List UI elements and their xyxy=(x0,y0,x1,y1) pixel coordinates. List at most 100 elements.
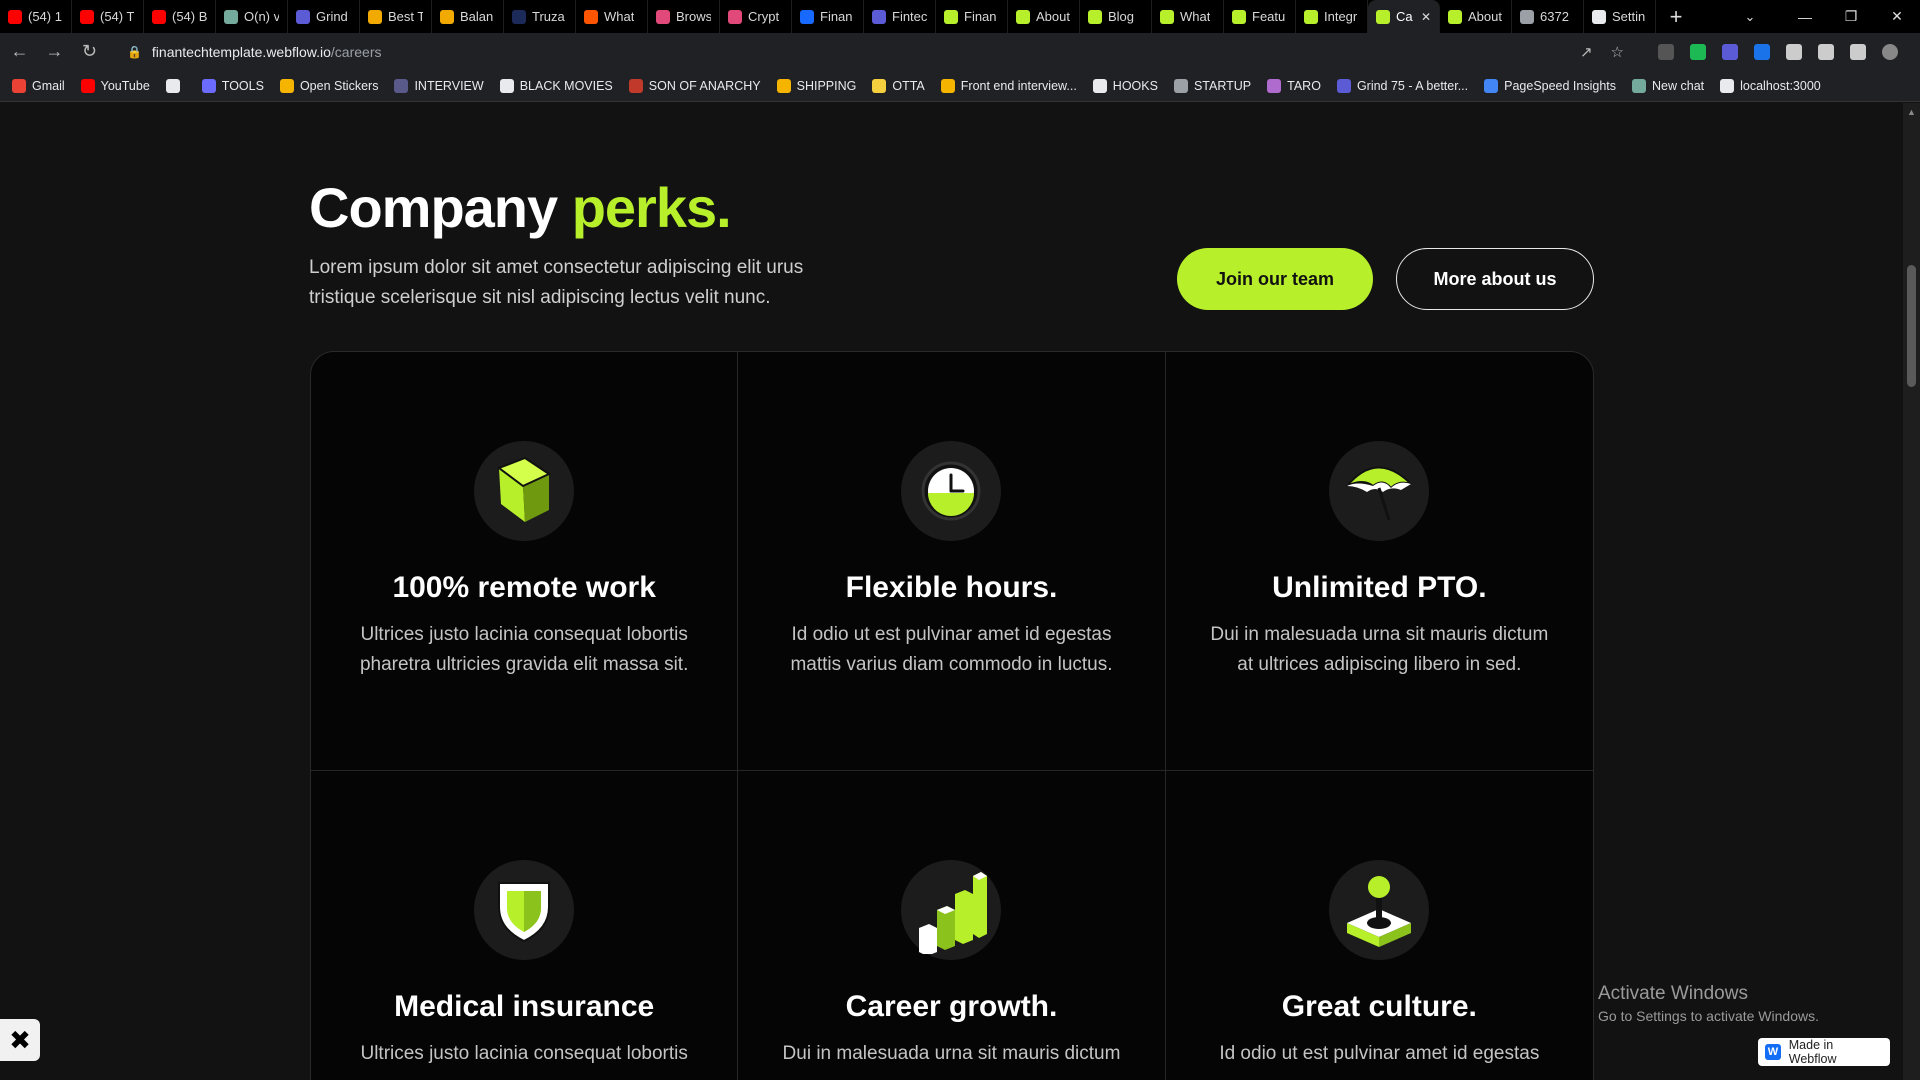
perk-card: Great culture. Id odio ut est pulvinar a… xyxy=(1166,771,1593,1080)
bookmark-item[interactable]: Front end interview... xyxy=(940,78,1077,93)
bookmark-item[interactable]: BLACK MOVIES xyxy=(499,78,613,93)
bookmark-favicon-icon xyxy=(499,78,514,93)
media-icon[interactable] xyxy=(1818,43,1834,60)
page-scrollbar[interactable]: ▲ xyxy=(1903,103,1920,1080)
bookmark-item[interactable]: OTTA xyxy=(872,78,925,93)
bookmark-label: SHIPPING xyxy=(796,78,857,93)
extension-icon[interactable] xyxy=(1754,43,1770,60)
bookmark-item[interactable]: SHIPPING xyxy=(776,78,857,93)
browser-tab[interactable]: Featu xyxy=(1224,0,1296,33)
browser-tab[interactable]: Fintec xyxy=(864,0,936,33)
bookmark-item[interactable]: YouTube xyxy=(80,78,150,93)
lock-icon: 🔒 xyxy=(126,44,142,59)
browser-tab[interactable]: Finan xyxy=(936,0,1008,33)
restore-icon[interactable]: ❐ xyxy=(1828,0,1874,33)
browser-tab[interactable]: What xyxy=(576,0,648,33)
bookmark-item[interactable]: Open Stickers xyxy=(279,78,379,93)
perk-description: Id odio ut est pulvinar amet id egestas … xyxy=(790,624,1113,675)
profile-avatar[interactable] xyxy=(1882,43,1898,60)
browser-tab[interactable]: About xyxy=(1440,0,1512,33)
browser-tab[interactable]: Integr xyxy=(1296,0,1368,33)
browser-tab[interactable]: O(n) v xyxy=(216,0,288,33)
bookmark-item[interactable]: TOOLS xyxy=(201,78,264,93)
tab-title: Best T xyxy=(388,9,423,24)
scrollbar-thumb[interactable] xyxy=(1907,265,1916,387)
perk-title: Career growth. xyxy=(845,990,1058,1023)
browser-tab[interactable]: (54) 1 xyxy=(0,0,72,33)
shield-icon xyxy=(474,860,575,960)
browser-tab[interactable]: Blog xyxy=(1080,0,1152,33)
perk-description: Dui in malesuada urna sit mauris dictum … xyxy=(1210,624,1549,675)
close-window-icon[interactable]: ✕ xyxy=(1874,0,1920,33)
tab-title: (54) 1 xyxy=(28,9,62,24)
bookmark-item[interactable]: PageSpeed Insights xyxy=(1484,78,1616,93)
bookmark-label: Open Stickers xyxy=(299,78,379,93)
perk-title: Unlimited PTO. xyxy=(1272,571,1487,604)
tab-title: Featu xyxy=(1252,9,1286,24)
browser-tab[interactable]: Best T xyxy=(360,0,432,33)
bookmark-star-icon[interactable]: ☆ xyxy=(1611,43,1624,61)
side-panel-icon[interactable] xyxy=(1850,43,1866,60)
tab-title: (54) T xyxy=(100,9,135,24)
forward-arrow-icon[interactable]: → xyxy=(39,36,70,68)
tab-favicon-icon xyxy=(800,9,814,24)
bookmark-item[interactable]: Gmail xyxy=(12,78,65,93)
tab-title: Fintec xyxy=(892,9,927,24)
browser-tab[interactable]: (54) T xyxy=(72,0,144,33)
browser-tab[interactable]: Grind xyxy=(288,0,360,33)
tab-favicon-icon xyxy=(152,9,166,24)
back-arrow-icon[interactable]: ← xyxy=(4,36,35,68)
extension-icon[interactable] xyxy=(1690,43,1706,60)
bookmark-favicon-icon xyxy=(1632,78,1647,93)
bookmark-favicon-icon xyxy=(940,78,955,93)
tab-search-chevron-icon[interactable]: ⌄ xyxy=(1730,0,1770,33)
bookmark-item[interactable]: Grind 75 - A better... xyxy=(1336,78,1468,93)
bookmark-item[interactable]: New chat xyxy=(1632,78,1704,93)
browser-tab[interactable]: 6372 xyxy=(1512,0,1584,33)
browser-tab[interactable]: Truza xyxy=(504,0,576,33)
bookmark-favicon-icon xyxy=(872,78,887,93)
menu-kebab-icon[interactable]: ⋮ xyxy=(1914,44,1920,63)
perks-grid: 100% remote work Ultrices justo lacinia … xyxy=(310,351,1594,1080)
address-bar[interactable]: 🔒 finantechtemplate.webflow.io/careers ↗… xyxy=(116,36,1634,67)
bookmark-label: Front end interview... xyxy=(960,78,1077,93)
browser-tab[interactable]: Ca ✕ xyxy=(1368,0,1440,33)
scroll-up-icon[interactable]: ▲ xyxy=(1907,107,1916,117)
extension-icon[interactable] xyxy=(1658,43,1674,60)
tab-favicon-icon xyxy=(1448,9,1462,24)
new-tab-button[interactable]: + xyxy=(1656,0,1696,33)
browser-tab[interactable]: Finan xyxy=(792,0,864,33)
perk-description: Id odio ut est pulvinar amet id egestas xyxy=(1219,1043,1540,1064)
perk-title: Flexible hours. xyxy=(845,571,1058,604)
bookmark-item[interactable]: INTERVIEW xyxy=(394,78,484,93)
browser-tab[interactable]: What xyxy=(1152,0,1224,33)
bookmark-item[interactable]: localhost:3000 xyxy=(1720,78,1821,93)
tab-close-icon[interactable]: ✕ xyxy=(1421,10,1431,24)
bookmark-item[interactable]: TARO xyxy=(1267,78,1321,93)
bookmark-item[interactable]: HOOKS xyxy=(1092,78,1158,93)
bookmark-item[interactable]: SON OF ANARCHY xyxy=(628,78,761,93)
bookmark-label: OTTA xyxy=(892,78,925,93)
join-our-team-button[interactable]: Join our team xyxy=(1177,248,1373,310)
puzzle-icon[interactable] xyxy=(1786,43,1802,60)
reload-icon[interactable]: ↻ xyxy=(74,36,105,68)
tab-title: What xyxy=(604,9,635,24)
minimize-icon[interactable]: — xyxy=(1782,0,1828,33)
bookmark-favicon-icon xyxy=(1336,78,1351,93)
made-in-webflow-badge[interactable]: W Made in Webflow xyxy=(1758,1038,1890,1066)
share-icon[interactable]: ↗ xyxy=(1580,43,1593,61)
perk-card: Medical insurance Ultrices justo lacinia… xyxy=(311,771,739,1080)
perk-title: Great culture. xyxy=(1281,990,1477,1023)
browser-tab[interactable]: (54) B xyxy=(144,0,216,33)
browser-tab[interactable]: Crypt xyxy=(720,0,792,33)
browser-tab[interactable]: Balan xyxy=(432,0,504,33)
more-about-us-button[interactable]: More about us xyxy=(1396,248,1594,310)
browser-tab[interactable]: Settin xyxy=(1584,0,1656,33)
close-icon[interactable]: ✖ xyxy=(0,1019,40,1061)
bookmark-item[interactable] xyxy=(165,78,186,93)
bookmark-item[interactable]: STARTUP xyxy=(1173,78,1251,93)
browser-tab[interactable]: Brows xyxy=(648,0,720,33)
url-path: /careers xyxy=(330,43,382,60)
browser-tab[interactable]: About xyxy=(1008,0,1080,33)
extension-icon[interactable] xyxy=(1722,43,1738,60)
